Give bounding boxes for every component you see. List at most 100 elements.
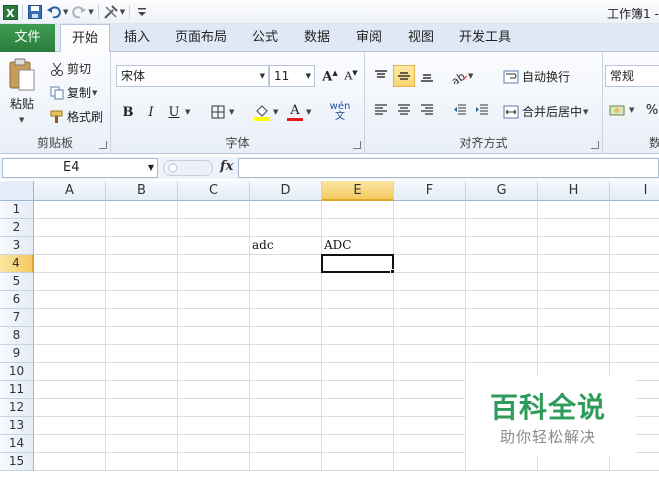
paste-dropdown-icon[interactable]: ▼ [19, 116, 24, 124]
align-top-button[interactable] [370, 65, 392, 87]
merge-dropdown-icon[interactable]: ▼ [583, 108, 588, 116]
column-header-a[interactable]: A [34, 181, 106, 201]
tools-dropdown-icon[interactable]: ▼ [120, 8, 125, 16]
wrap-text-label: 自动换行 [522, 70, 571, 84]
row-header-9[interactable]: 9 [0, 345, 34, 363]
formula-input[interactable] [238, 158, 659, 178]
redo-dropdown-icon[interactable]: ▼ [88, 8, 93, 16]
cell-d3[interactable]: adc [250, 237, 322, 255]
column-header-c[interactable]: C [178, 181, 250, 201]
alignment-launcher-icon[interactable] [591, 141, 599, 149]
align-center-button[interactable] [393, 99, 415, 121]
column-header-b[interactable]: B [106, 181, 178, 201]
select-all-corner[interactable] [0, 181, 34, 201]
accounting-dropdown-icon[interactable]: ▼ [629, 106, 634, 114]
fill-color-dropdown-icon[interactable]: ▼ [273, 108, 278, 116]
row-header-7[interactable]: 7 [0, 309, 34, 327]
row-header-6[interactable]: 6 [0, 291, 34, 309]
number-format-combo[interactable]: 常规 [605, 65, 659, 87]
decrease-indent-button[interactable] [449, 99, 471, 121]
align-right-button[interactable] [416, 99, 438, 121]
row-header-11[interactable]: 11 [0, 381, 34, 399]
bold-button[interactable]: B [117, 101, 139, 123]
row-header-4[interactable]: 4 [0, 255, 34, 273]
ribbon-tabs: 文件 开始 插入 页面布局 公式 数据 审阅 视图 开发工具 [0, 24, 659, 53]
excel-logo-icon: X [2, 4, 18, 20]
percent-button[interactable]: % [641, 99, 659, 121]
tab-insert[interactable]: 插入 [120, 24, 154, 52]
column-header-f[interactable]: F [394, 181, 466, 201]
row-header-5[interactable]: 5 [0, 273, 34, 291]
name-box[interactable]: E4 ▼ [2, 158, 158, 178]
phonetic-guide-button[interactable]: wén 文 [325, 99, 355, 125]
tab-file[interactable]: 文件 [0, 24, 55, 52]
orientation-dropdown-icon[interactable]: ▼ [468, 72, 473, 80]
tab-view[interactable]: 视图 [404, 24, 438, 52]
column-header-e[interactable]: E [322, 181, 394, 201]
increase-indent-button[interactable] [471, 99, 493, 121]
fill-color-button[interactable] [251, 101, 273, 123]
underline-dropdown-icon[interactable]: ▼ [185, 108, 190, 116]
copy-dropdown-icon[interactable]: ▼ [92, 89, 97, 97]
fill-handle[interactable] [390, 269, 395, 274]
align-left-button[interactable] [370, 99, 392, 121]
paste-button[interactable]: 粘贴 [8, 58, 36, 112]
column-header-d[interactable]: D [250, 181, 322, 201]
tab-review[interactable]: 审阅 [352, 24, 386, 52]
font-color-button[interactable]: A [284, 101, 306, 123]
save-icon[interactable] [27, 4, 43, 20]
row-header-1[interactable]: 1 [0, 201, 34, 219]
row-header-2[interactable]: 2 [0, 219, 34, 237]
customize-qat-icon[interactable] [134, 4, 150, 20]
column-header-g[interactable]: G [466, 181, 538, 201]
row-header-10[interactable]: 10 [0, 363, 34, 381]
cut-button[interactable]: 剪切 [50, 60, 91, 77]
accounting-format-button[interactable] [607, 99, 629, 121]
clipboard-launcher-icon[interactable] [99, 141, 107, 149]
column-header-i[interactable]: I [610, 181, 659, 201]
row-header-3[interactable]: 3 [0, 237, 34, 255]
font-color-dropdown-icon[interactable]: ▼ [306, 108, 311, 116]
font-launcher-icon[interactable] [353, 141, 361, 149]
row-header-13[interactable]: 13 [0, 417, 34, 435]
font-name-combo[interactable]: 宋体 ▼ [116, 65, 269, 87]
copy-icon [50, 86, 64, 99]
undo-icon[interactable] [46, 4, 62, 20]
tools-icon[interactable] [103, 4, 119, 20]
borders-dropdown-icon[interactable]: ▼ [229, 108, 234, 116]
font-size-combo[interactable]: 11 ▼ [269, 65, 315, 87]
copy-button[interactable]: 复制 ▼ [50, 84, 97, 101]
tab-formulas[interactable]: 公式 [248, 24, 282, 52]
wrap-text-button[interactable]: 自动换行 [503, 68, 570, 85]
format-painter-button[interactable]: 格式刷 [50, 108, 103, 125]
underline-button[interactable]: U [163, 101, 185, 123]
merge-center-button[interactable]: 合并后居中 ▼ [503, 103, 588, 120]
row-header-12[interactable]: 12 [0, 399, 34, 417]
gridline [34, 290, 659, 291]
chevron-down-icon: ▼ [305, 72, 311, 80]
formula-bar-grip-icon[interactable] [163, 160, 213, 176]
group-number: 常规 ▼ % 数 [603, 52, 659, 154]
align-center-icon [398, 104, 410, 115]
tab-page-layout[interactable]: 页面布局 [172, 24, 230, 52]
cell-e3[interactable]: ADC [322, 237, 394, 255]
shrink-font-button[interactable]: A▼ [340, 65, 362, 87]
row-header-14[interactable]: 14 [0, 435, 34, 453]
tab-developer[interactable]: 开发工具 [456, 24, 514, 52]
insert-function-button[interactable]: fx [220, 159, 233, 174]
watermark-subtitle: 助你轻松解决 [500, 428, 597, 446]
align-middle-button[interactable] [393, 65, 415, 87]
redo-icon[interactable] [71, 4, 87, 20]
borders-button[interactable] [207, 101, 229, 123]
chevron-down-icon: ▼ [147, 163, 154, 172]
italic-button[interactable]: I [140, 101, 162, 123]
row-header-15[interactable]: 15 [0, 453, 34, 471]
active-cell-selection[interactable] [321, 254, 394, 273]
row-header-8[interactable]: 8 [0, 327, 34, 345]
tab-home[interactable]: 开始 [60, 24, 110, 53]
tab-data[interactable]: 数据 [300, 24, 334, 52]
grow-font-button[interactable]: A▲ [319, 65, 341, 87]
align-bottom-button[interactable] [416, 65, 438, 87]
undo-dropdown-icon[interactable]: ▼ [63, 8, 68, 16]
column-header-h[interactable]: H [538, 181, 610, 201]
